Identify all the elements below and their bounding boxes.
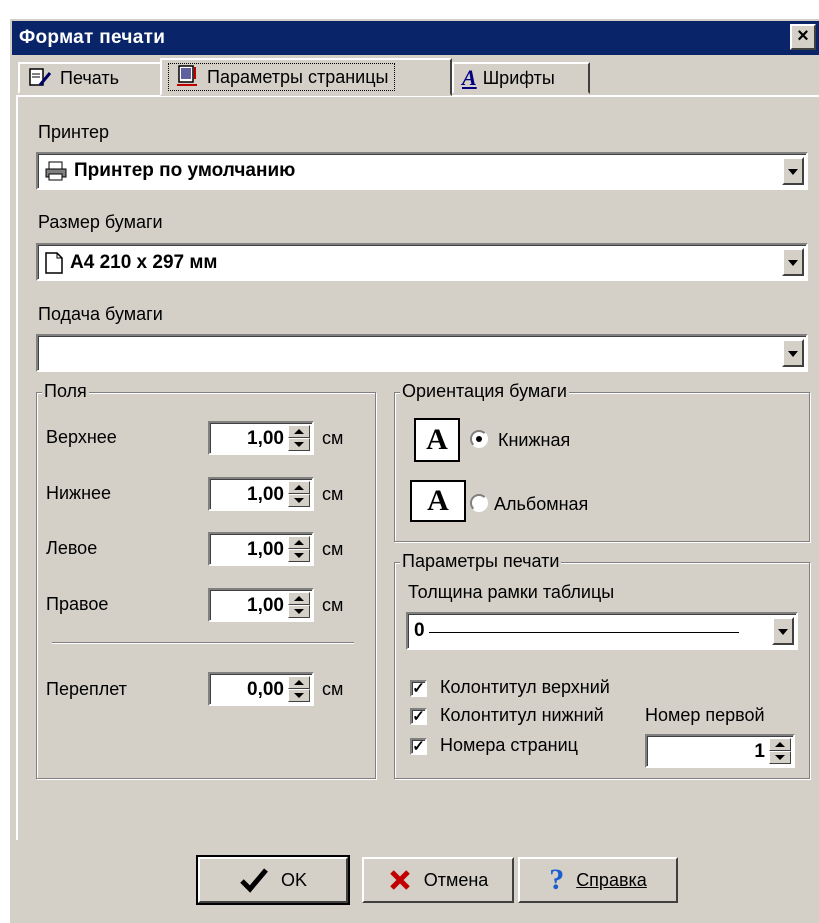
frame-thickness-value: 0 <box>414 620 425 641</box>
printer-dropdown-button[interactable] <box>782 157 804 185</box>
printer-label: Принтер <box>38 122 110 142</box>
margin-bottom-up-button[interactable] <box>288 481 310 494</box>
paper-size-value: A4 210 x 297 мм <box>70 252 218 273</box>
help-label: Справка <box>576 869 647 890</box>
paper-size-dropdown-button[interactable] <box>782 248 804 276</box>
paper-source-dropdown-button[interactable] <box>782 339 804 367</box>
print-params-title: Параметры печати <box>400 551 562 572</box>
portrait-label[interactable]: Книжная <box>498 430 570 451</box>
margin-top-up-button[interactable] <box>288 425 310 438</box>
margin-left-up-button[interactable] <box>288 536 310 549</box>
margin-right-label: Правое <box>46 594 109 614</box>
ok-label: OK <box>280 869 307 890</box>
margin-bottom-label: Нижнее <box>46 483 112 503</box>
portrait-icon: A <box>414 418 460 462</box>
margin-right-unit: см <box>322 595 344 615</box>
margin-top-value: 1,00 <box>247 428 284 449</box>
window-title: Формат печати <box>19 27 166 48</box>
close-icon: × <box>797 25 809 47</box>
page-numbers-checkbox[interactable]: ✓ <box>410 738 427 755</box>
tab-page-setup[interactable]: Параметры страницы <box>160 58 452 96</box>
margin-top-spinner[interactable]: 1,00 <box>208 421 314 455</box>
margin-right-spinner[interactable]: 1,00 <box>208 588 314 622</box>
font-icon: A <box>462 65 477 90</box>
margin-bottom-spinner[interactable]: 1,00 <box>208 477 314 511</box>
page-numbers-label[interactable]: Номера страниц <box>440 735 578 756</box>
landscape-radio[interactable] <box>470 494 488 512</box>
header-label[interactable]: Колонтитул верхний <box>440 677 610 698</box>
margin-top-label: Верхнее <box>46 427 117 447</box>
paper-size-label: Размер бумаги <box>38 212 163 232</box>
footer-checkbox[interactable]: ✓ <box>410 708 427 725</box>
cross-icon <box>389 870 410 890</box>
margin-right-down-button[interactable] <box>288 605 310 618</box>
landscape-icon: A <box>410 480 466 522</box>
frame-thickness-select[interactable]: 0 <box>406 612 798 650</box>
margin-left-unit: см <box>322 539 344 559</box>
print-doc-icon <box>29 68 52 86</box>
printer-icon <box>45 161 67 181</box>
tab-fonts[interactable]: A Шрифты <box>452 62 590 94</box>
paper-source-label: Подача бумаги <box>38 304 163 324</box>
portrait-radio[interactable] <box>470 430 488 448</box>
margin-left-down-button[interactable] <box>288 549 310 562</box>
margin-bottom-unit: см <box>322 484 344 504</box>
first-number-value: 1 <box>754 741 765 762</box>
page-icon <box>45 252 63 274</box>
cancel-button[interactable]: Отмена <box>362 857 514 903</box>
first-number-spinner[interactable]: 1 <box>645 734 795 768</box>
tab-print[interactable]: Печать <box>18 62 162 94</box>
gutter-value: 0,00 <box>247 679 284 700</box>
margin-bottom-value: 1,00 <box>247 484 284 505</box>
first-number-label: Номер первой <box>645 705 765 725</box>
orientation-title: Ориентация бумаги <box>400 381 569 402</box>
footer-label[interactable]: Колонтитул нижний <box>440 705 604 726</box>
question-mark-icon: ? <box>549 863 565 896</box>
header-checkbox[interactable]: ✓ <box>410 680 427 697</box>
gutter-down-button[interactable] <box>288 689 310 702</box>
margin-left-label: Левое <box>46 538 98 558</box>
paper-source-select[interactable] <box>36 334 808 372</box>
tab-print-label: Печать <box>60 67 119 88</box>
first-number-down-button[interactable] <box>769 751 791 764</box>
help-button[interactable]: ? Справка <box>518 857 678 903</box>
printer-value: Принтер по умолчанию <box>74 160 296 181</box>
tab-fonts-label: Шрифты <box>482 67 555 88</box>
margin-right-value: 1,00 <box>247 595 284 616</box>
margin-left-spinner[interactable]: 1,00 <box>208 532 314 566</box>
checkmark-icon <box>240 868 268 893</box>
gutter-unit: см <box>322 679 344 699</box>
margin-bottom-down-button[interactable] <box>288 494 310 507</box>
page-setup-icon <box>177 65 197 86</box>
frame-thickness-dropdown-button[interactable] <box>772 617 794 645</box>
paper-size-select[interactable]: A4 210 x 297 мм <box>36 243 808 281</box>
landscape-label[interactable]: Альбомная <box>494 494 588 515</box>
printer-select[interactable]: Принтер по умолчанию <box>36 152 808 190</box>
first-number-up-button[interactable] <box>769 738 791 751</box>
margin-left-value: 1,00 <box>247 539 284 560</box>
margin-right-up-button[interactable] <box>288 592 310 605</box>
tab-page-setup-label: Параметры страницы <box>207 66 389 87</box>
margins-title: Поля <box>42 381 89 402</box>
margin-top-down-button[interactable] <box>288 438 310 451</box>
frame-thickness-label: Толщина рамки таблицы <box>408 582 615 602</box>
frame-line-sample <box>428 631 739 633</box>
gutter-label: Переплет <box>46 679 127 699</box>
close-button[interactable]: × <box>790 24 816 50</box>
margins-divider <box>52 642 354 644</box>
ok-button[interactable]: OK <box>196 855 350 905</box>
margin-top-unit: см <box>322 428 344 448</box>
cancel-label: Отмена <box>423 869 489 890</box>
gutter-up-button[interactable] <box>288 676 310 689</box>
gutter-spinner[interactable]: 0,00 <box>208 672 314 706</box>
margins-group <box>36 392 376 779</box>
